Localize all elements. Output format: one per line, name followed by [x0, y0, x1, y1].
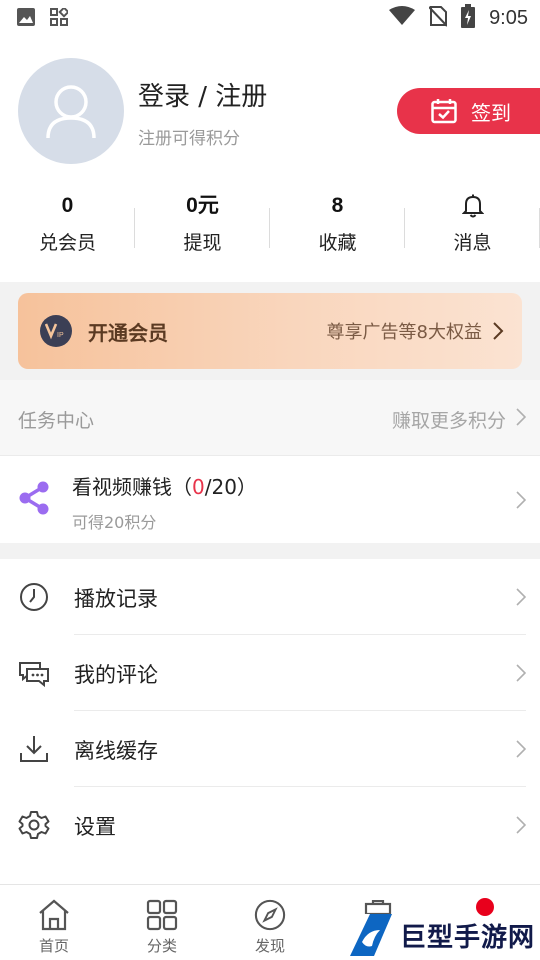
stat-value: 8: [331, 194, 344, 217]
user-icon: [46, 85, 96, 139]
menu-label: 设置: [74, 815, 116, 839]
stat-withdraw[interactable]: 0元 提现: [135, 186, 270, 266]
menu-my-comments[interactable]: 我的评论: [0, 635, 540, 711]
menu-settings[interactable]: 设置: [0, 787, 540, 863]
wifi-icon: [389, 6, 416, 30]
vip-icon: IP: [40, 315, 72, 347]
chevron-right-icon: [516, 664, 526, 682]
vip-banner[interactable]: IP 开通会员 尊享广告等8大权益: [18, 293, 522, 369]
login-register-link[interactable]: 登录 / 注册: [138, 76, 267, 113]
task-watch-video[interactable]: 看视频赚钱（0/20） 可得20积分: [0, 457, 540, 543]
apps-icon: [50, 6, 70, 30]
stats-row: 0 兑会员 0元 提现 8 收藏 消息: [0, 186, 540, 266]
nav-label: 发现: [254, 937, 285, 955]
battery-charging-icon: [461, 4, 476, 32]
chevron-right-icon: [516, 740, 526, 758]
nav-category[interactable]: 分类: [108, 899, 216, 956]
vip-title: 开通会员: [88, 320, 168, 345]
status-bar: 9:05: [0, 0, 540, 36]
watermark-logo: 巨型手游网: [348, 910, 540, 960]
task-center-header[interactable]: 任务中心 赚取更多积分: [0, 380, 540, 456]
chevron-right-icon: [493, 322, 504, 340]
clock-icon: [20, 583, 48, 611]
chevron-right-icon: [516, 491, 526, 509]
nav-home[interactable]: 首页: [0, 899, 108, 956]
nav-discover[interactable]: 发现: [216, 899, 324, 956]
no-sim-icon: [428, 5, 448, 31]
calendar-check-icon: [431, 99, 457, 124]
stat-messages[interactable]: 消息: [405, 186, 540, 266]
section-divider: [0, 543, 540, 559]
grid-icon: [146, 899, 178, 931]
gear-icon: [18, 811, 50, 839]
comment-icon: [19, 662, 49, 688]
bell-icon: [461, 194, 484, 218]
checkin-label: 签到: [471, 100, 511, 125]
checkin-button[interactable]: 签到: [397, 88, 540, 134]
menu-label: 离线缓存: [74, 739, 158, 763]
chevron-right-icon: [516, 588, 526, 606]
stat-label: 消息: [453, 232, 492, 254]
menu-offline-cache[interactable]: 离线缓存: [0, 711, 540, 787]
avatar[interactable]: [18, 58, 124, 164]
stat-favorites[interactable]: 8 收藏: [270, 186, 405, 266]
menu-label: 播放记录: [74, 587, 158, 611]
chevron-right-icon: [516, 408, 526, 426]
task-name: 看视频赚钱（0/20）: [72, 475, 257, 499]
stat-label: 提现: [183, 232, 222, 254]
svg-text:IP: IP: [57, 332, 64, 339]
image-icon: [16, 7, 36, 31]
vip-description: 尊享广告等8大权益: [326, 322, 482, 343]
clock-time: 9:05: [489, 6, 528, 29]
login-subtitle: 注册可得积分: [138, 129, 240, 149]
stat-label: 兑会员: [38, 232, 96, 254]
watermark-emblem-icon: [350, 914, 392, 956]
chevron-right-icon: [516, 816, 526, 834]
nav-label: 首页: [38, 937, 69, 955]
home-icon: [39, 899, 69, 931]
menu-label: 我的评论: [74, 663, 158, 687]
stat-value: 0: [61, 194, 74, 217]
task-reward: 可得20积分: [72, 513, 157, 532]
nav-label: 分类: [146, 937, 177, 955]
share-icon: [19, 481, 49, 515]
stat-value: 0元: [186, 194, 219, 217]
stat-label: 收藏: [318, 232, 357, 254]
watermark-text: 巨型手游网: [400, 922, 536, 953]
earn-more-points-link[interactable]: 赚取更多积分: [392, 406, 506, 433]
task-progress-done: 0: [192, 475, 205, 499]
stat-redeem-vip[interactable]: 0 兑会员: [0, 186, 135, 266]
compass-icon: [254, 899, 286, 931]
download-icon: [20, 736, 48, 762]
task-center-title: 任务中心: [18, 410, 95, 432]
menu-play-history[interactable]: 播放记录: [0, 559, 540, 635]
